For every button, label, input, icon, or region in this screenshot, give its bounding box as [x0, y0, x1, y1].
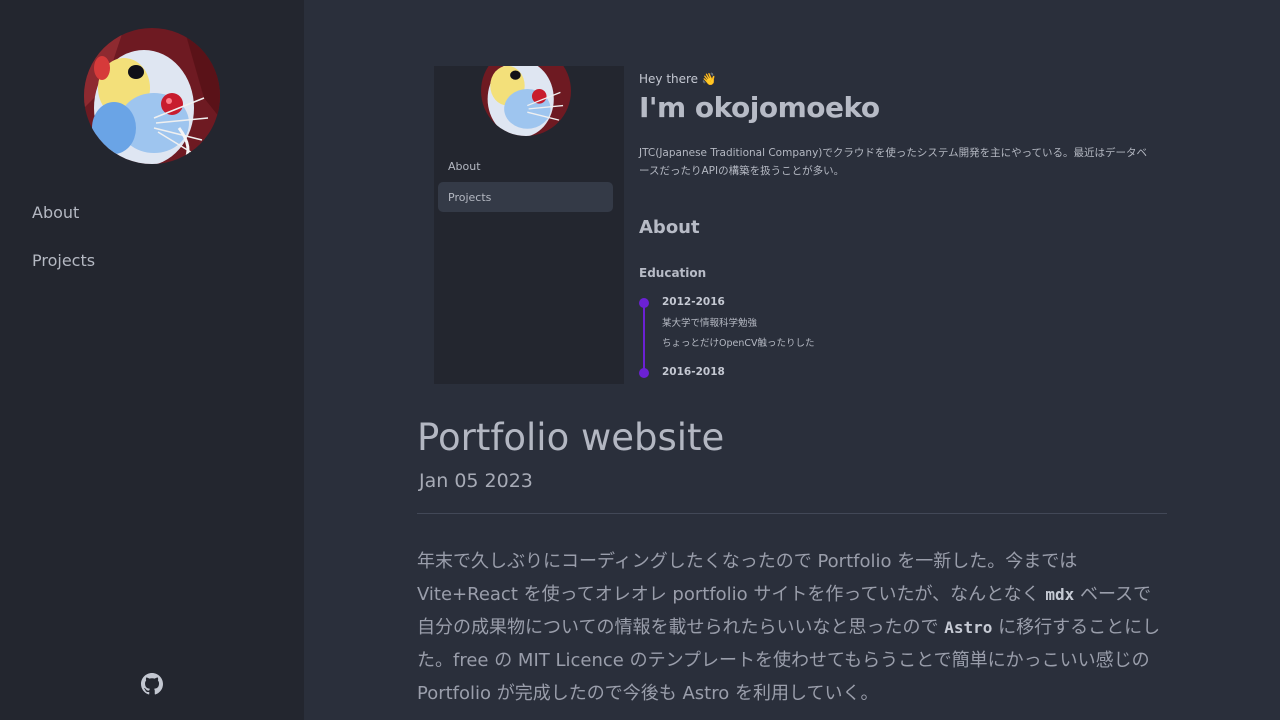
preview-image: About Projects Hey there 👋 I'm okojomoek…	[434, 66, 1169, 384]
github-icon[interactable]	[141, 673, 163, 695]
sidebar-item-about[interactable]: About	[32, 203, 79, 222]
timeline-dot	[639, 368, 649, 378]
preview-about-heading: About	[639, 217, 700, 238]
preview-name: I'm okojomoeko	[639, 91, 880, 124]
preview-content: Hey there 👋 I'm okojomoeko JTC(Japanese …	[639, 66, 1169, 384]
preview-nav-projects: Projects	[448, 191, 492, 204]
sidebar-item-projects[interactable]: Projects	[32, 251, 95, 270]
preview-description: JTC(Japanese Traditional Company)でクラウドを使…	[639, 147, 1148, 177]
post-date: Jan 05 2023	[419, 470, 533, 492]
timeline-line	[643, 303, 645, 373]
preview-greeting: Hey there 👋	[639, 72, 717, 86]
sidebar: About Projects	[0, 0, 304, 720]
timeline-text: 某大学で情報科学勉強	[662, 318, 758, 329]
timeline-text: ちょっとだけOpenCV触ったりした	[662, 338, 815, 349]
preview-avatar	[481, 66, 571, 136]
preview-nav-about: About	[448, 160, 481, 173]
avatar[interactable]	[84, 28, 220, 164]
post-body: 年末で久しぶりにコーディングしたくなったので Portfolio を一新した。今…	[417, 545, 1167, 710]
timeline-dot	[639, 298, 649, 308]
inline-code: Astro	[944, 618, 993, 637]
page-title: Portfolio website	[417, 416, 725, 459]
inline-code: mdx	[1045, 585, 1075, 604]
timeline-year: 2016-2018	[662, 366, 725, 378]
preview-sidebar: About Projects	[434, 66, 624, 384]
timeline-year: 2012-2016	[662, 296, 725, 308]
preview-education-heading: Education	[639, 266, 707, 280]
divider	[417, 513, 1167, 514]
main-content: About Projects Hey there 👋 I'm okojomoek…	[304, 0, 1280, 720]
body-text-segment: 年末で久しぶりにコーディングしたくなったので Portfolio を一新した。今…	[417, 551, 1078, 605]
